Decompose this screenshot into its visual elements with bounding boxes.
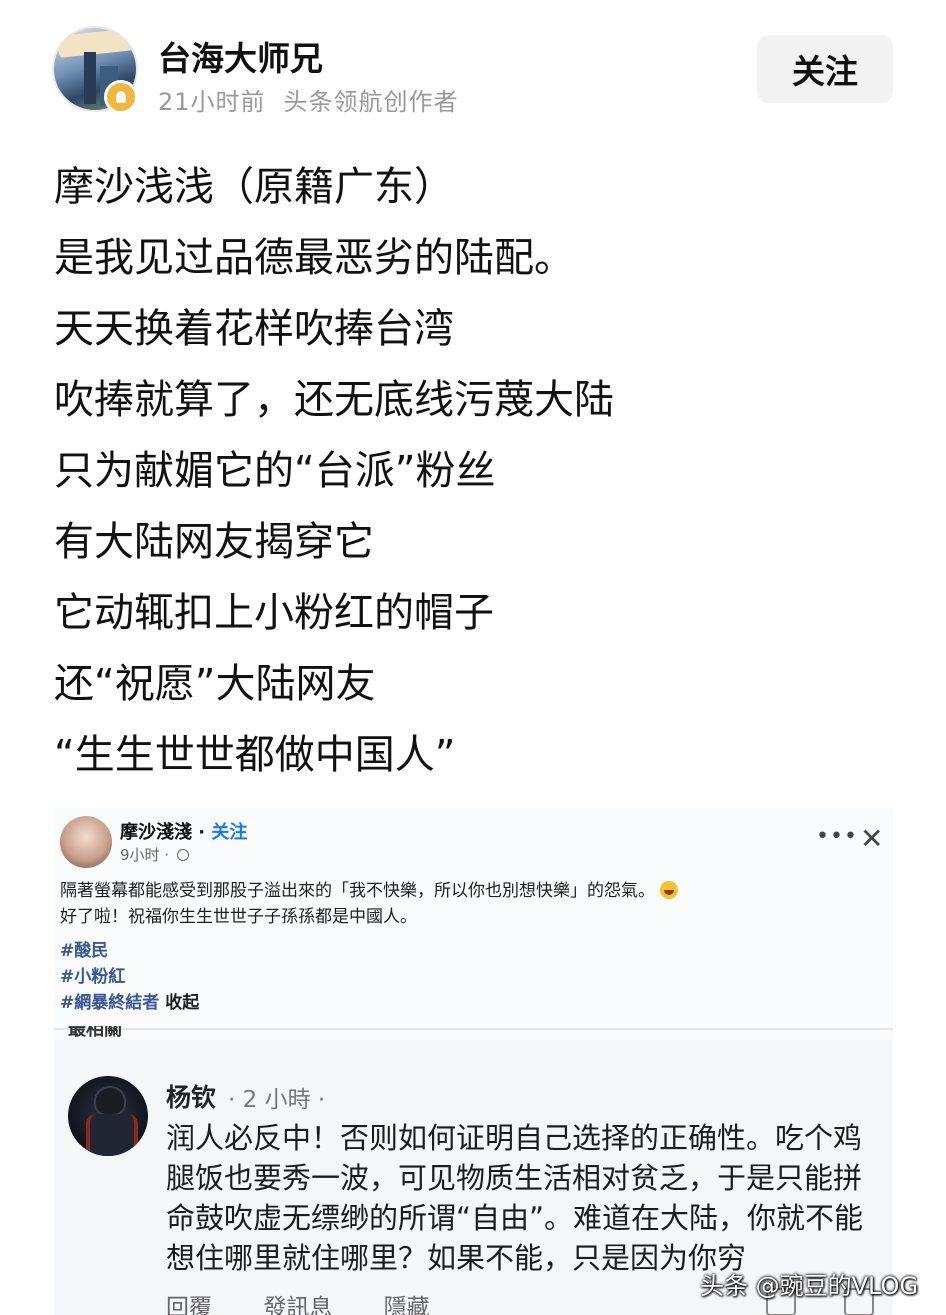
collapse-link: 收起 (165, 993, 200, 1013)
globe-icon (176, 849, 189, 861)
post-time: 21小时前 (158, 88, 266, 116)
watermark: 头条 @豌豆的VLOG (700, 1272, 919, 1300)
creator-badge-icon (104, 80, 138, 114)
hashtag: #小粉紅 (60, 967, 126, 987)
post-line: 有大陆网友揭穿它 (54, 519, 374, 565)
post-line: 还“祝愿”大陆网友 (54, 661, 376, 707)
embedded-follow-link: 关注 (211, 822, 248, 843)
divider (54, 1028, 893, 1030)
hide-link: 隱藏 (383, 1295, 430, 1315)
hashtag: #網暴終結者 (60, 993, 160, 1013)
post-meta: 21小时前 头条领航创作者 (158, 82, 459, 117)
author-title: 头条领航创作者 (283, 88, 459, 116)
author-name[interactable]: 台海大师兄 (158, 32, 323, 80)
follow-button[interactable]: 关注 (757, 35, 893, 103)
post-line: 摩沙浅浅（原籍广东） (54, 164, 454, 210)
post-line: 只为献媚它的“台派”粉丝 (54, 448, 496, 494)
message-link: 發訊息 (263, 1295, 333, 1315)
post-line: 是我见过品德最恶劣的陆配。 (54, 235, 574, 281)
embedded-text: 隔著螢幕都能感受到那股子溢出來的「我不快樂，所以你也別想快樂」的怨氣。 好了啦！… (60, 878, 679, 930)
hashtag: #酸民 (60, 941, 109, 961)
more-options-icon: ••• (816, 824, 858, 849)
reply-link: 回覆 (166, 1295, 212, 1315)
embedded-post: 摩沙淺淺 · 关注 9小时 · ••• ✕ 隔著螢幕都能感受到那股子溢出來的「我… (54, 808, 893, 1030)
post-line: 吹捧就算了，还无底线污蔑大陆 (54, 377, 614, 423)
post-line: 它动辄扣上小粉红的帽子 (54, 590, 494, 636)
embedded-screenshot[interactable]: 摩沙淺淺 · 关注 9小时 · ••• ✕ 隔著螢幕都能感受到那股子溢出來的「我… (54, 808, 893, 1315)
comment-time: · 2 小時 · (228, 1087, 326, 1113)
embedded-hashtags: #酸民 #小粉紅 #網暴終結者 收起 (60, 938, 199, 1016)
commenter-avatar (68, 1076, 148, 1156)
post-line: 天天换着花样吹捧台湾 (54, 306, 454, 352)
comment-text: 润人必反中！否则如何证明自己选择的正确性。吃个鸡腿饭也要秀一波，可见物质生活相对… (166, 1121, 864, 1275)
post-body: 摩沙浅浅（原籍广东） 是我见过品德最恶劣的陆配。 天天换着花样吹捧台湾 吹捧就算… (54, 152, 914, 791)
embedded-avatar (60, 816, 112, 868)
close-icon: ✕ (860, 822, 884, 855)
comment-actions: 回覆 發訊息 隱藏 (166, 1288, 474, 1315)
laughing-emoji-icon (660, 881, 679, 899)
embedded-author: 摩沙淺淺 · 关注 (120, 822, 248, 843)
post-header: 台海大师兄 21小时前 头条领航创作者 关注 (0, 0, 946, 130)
commenter-name: 杨钦 (166, 1083, 217, 1112)
embedded-time: 9小时 · (120, 844, 189, 865)
sort-label-cut: 最相關 (68, 1026, 122, 1038)
post-line: “生生世世都做中国人” (54, 732, 456, 778)
